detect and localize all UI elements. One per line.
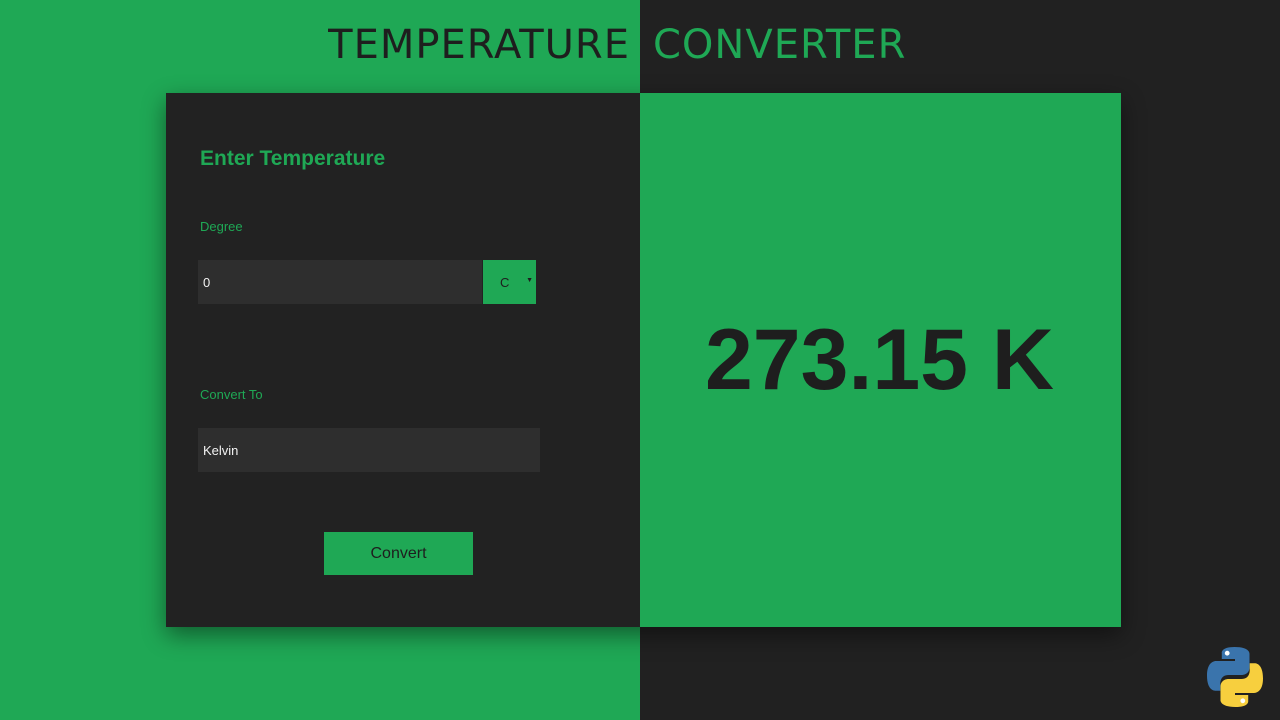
result-value: 273.15 K [704, 311, 1055, 408]
convert-to-input[interactable]: Kelvin [198, 428, 540, 472]
convert-button[interactable]: Convert [324, 532, 473, 575]
unit-select-value: C [500, 274, 510, 290]
unit-select[interactable]: C ▼ [483, 260, 536, 304]
python-logo-icon [1207, 647, 1263, 707]
degree-label: Degree [200, 219, 243, 234]
convert-to-label: Convert To [200, 387, 263, 402]
result-panel: 273.15 K [640, 93, 1121, 627]
degree-input[interactable]: 0 [198, 260, 482, 304]
title-word-converter: CONVERTER [653, 22, 907, 68]
input-panel: Enter Temperature Degree 0 C ▼ Convert T… [166, 93, 640, 627]
chevron-down-icon: ▼ [526, 277, 533, 284]
title-word-temperature: TEMPERATURE [328, 22, 630, 68]
converter-card: Enter Temperature Degree 0 C ▼ Convert T… [166, 93, 1121, 627]
form-heading: Enter Temperature [200, 147, 386, 170]
page-title: TEMPERATURE CONVERTER [0, 22, 1280, 74]
